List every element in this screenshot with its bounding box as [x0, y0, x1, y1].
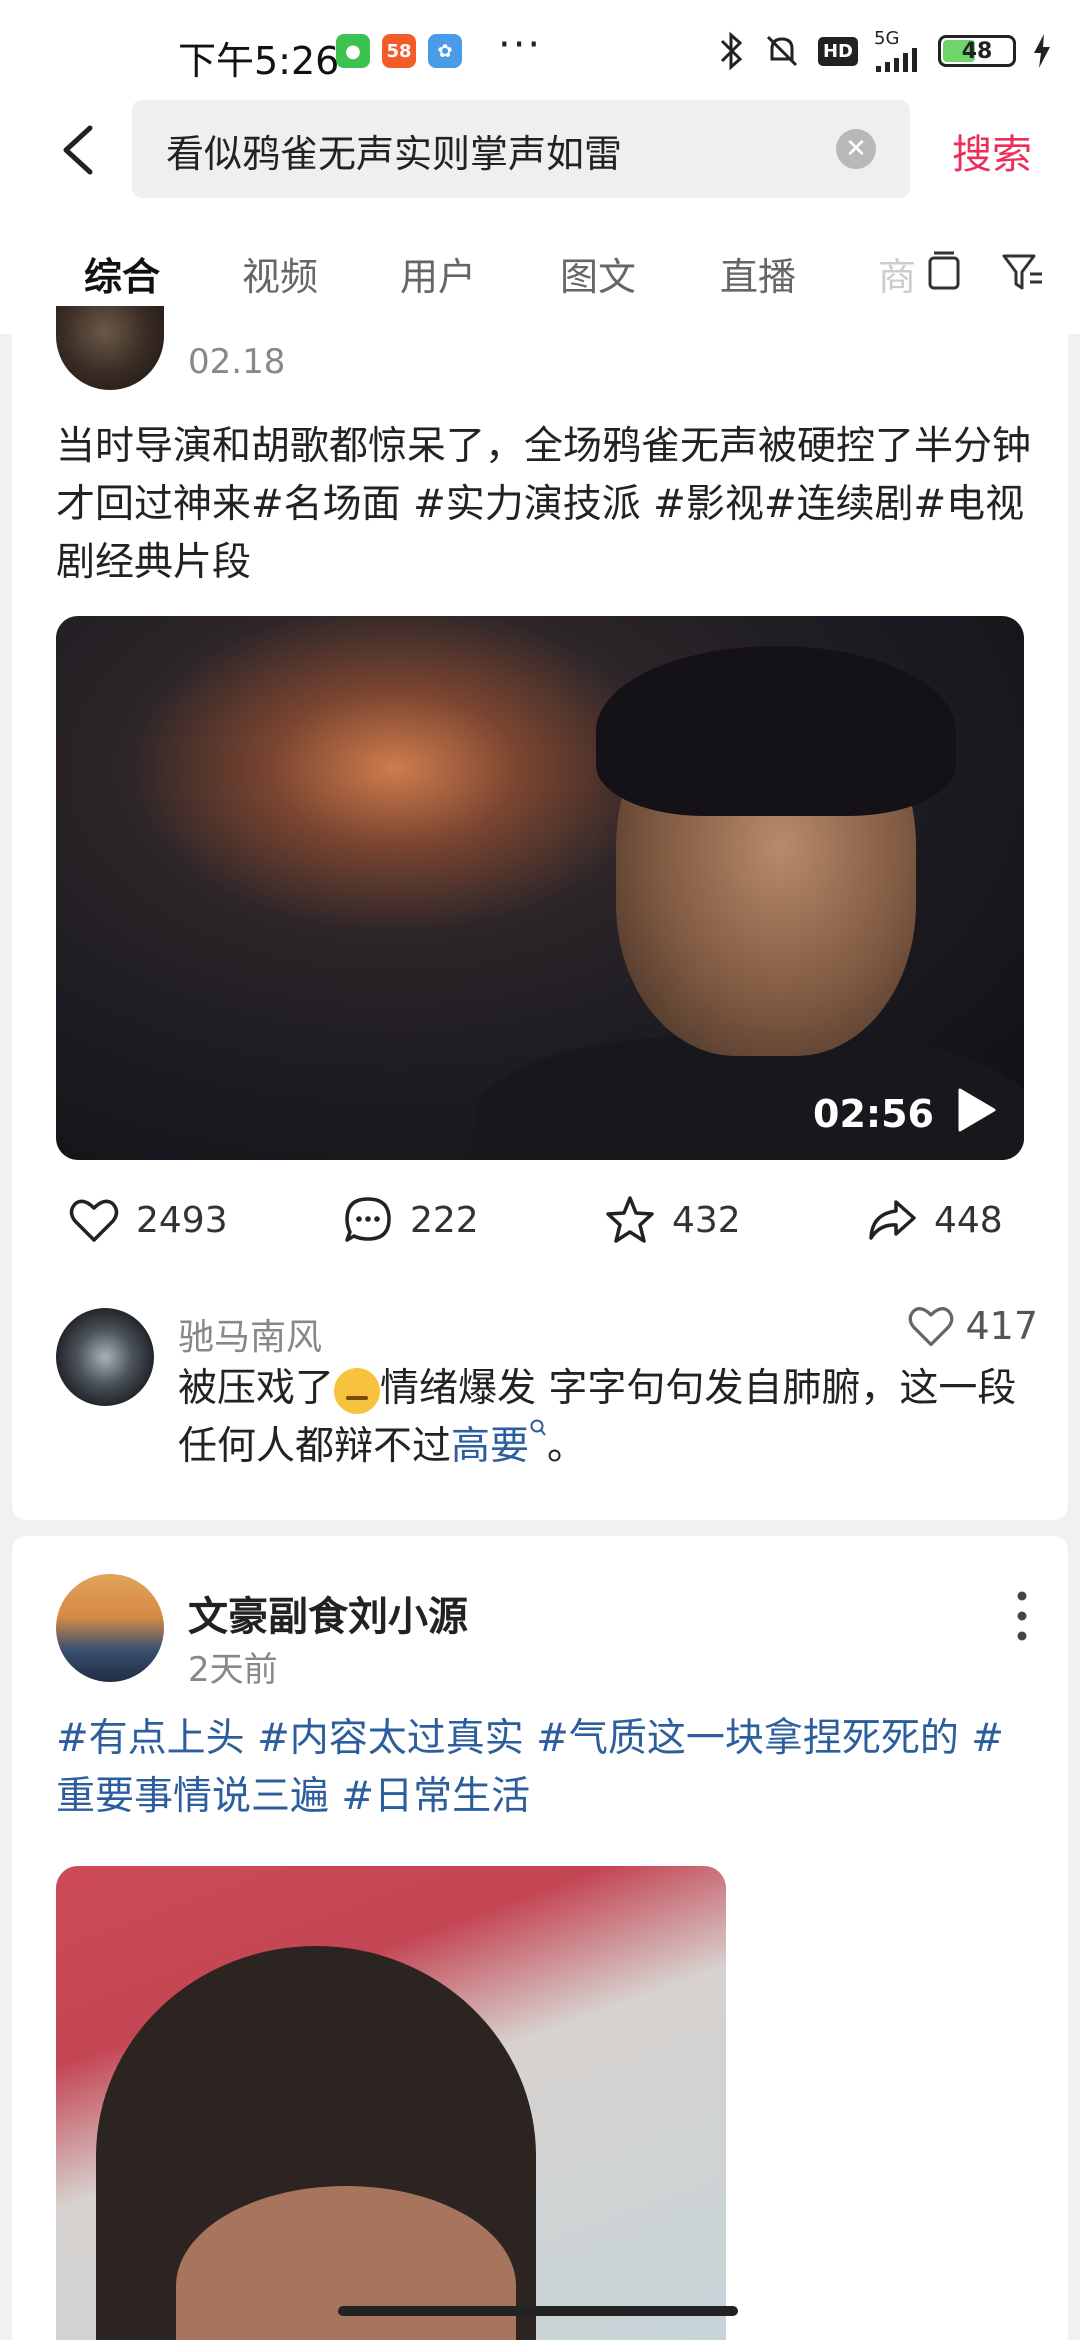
filter-icon[interactable]	[1000, 250, 1044, 294]
commenter-avatar[interactable]	[56, 1308, 154, 1406]
share-button[interactable]: 448	[866, 1194, 1003, 1246]
cloud-app-icon: ✿	[428, 34, 462, 68]
post-date: 02.18	[188, 342, 286, 382]
angry-face-emoji-icon	[334, 1367, 381, 1414]
search-link[interactable]: 高要	[451, 1424, 529, 1469]
status-right-icons: HD 5G 48	[716, 30, 1052, 72]
play-icon[interactable]	[956, 1088, 996, 1132]
search-header: ✕ 搜索	[0, 100, 1080, 210]
video-thumbnail[interactable]: 02:56	[56, 616, 1024, 1160]
search-box[interactable]: ✕	[132, 100, 910, 200]
more-options-icon[interactable]	[1016, 1586, 1028, 1646]
post-card[interactable]: 文豪副食刘小源 2天前 #有点上头 #内容太过真实 #气质这一块拿捏死死的 #重…	[12, 1536, 1068, 2340]
star-icon	[606, 1196, 654, 1243]
wechat-cat-icon: ●	[336, 34, 370, 68]
post-image[interactable]	[56, 1866, 726, 2340]
clear-search-icon[interactable]: ✕	[836, 129, 876, 169]
back-arrow-icon[interactable]	[52, 120, 112, 180]
battery-indicator: 48	[938, 35, 1016, 67]
tab-live[interactable]: 直播	[720, 246, 796, 301]
favorite-count: 432	[672, 1199, 741, 1241]
heart-icon	[69, 1199, 119, 1242]
comment-icon	[345, 1197, 391, 1242]
charging-bolt-icon	[1034, 34, 1050, 68]
layout-toggle-icon[interactable]	[922, 250, 966, 294]
author-avatar[interactable]	[56, 1574, 164, 1682]
post-hashtags[interactable]: #有点上头 #内容太过真实 #气质这一块拿捏死死的 #重要事情说三遍 #日常生活	[56, 1710, 1036, 1826]
comment-like-button[interactable]: 417	[907, 1302, 1038, 1350]
share-arrow-icon	[869, 1200, 916, 1240]
tab-image-text[interactable]: 图文	[560, 246, 636, 301]
hd-badge: HD	[817, 36, 858, 66]
status-more-dots: ···	[498, 22, 543, 68]
network-type: 5G	[874, 28, 900, 49]
post-text[interactable]: 当时导演和胡歌都惊呆了，全场鸦雀无声被硬控了半分钟才回过神来#名场面 #实力演技…	[56, 418, 1036, 592]
comment-button[interactable]: 222	[342, 1194, 479, 1246]
58-icon: 58	[382, 34, 416, 68]
search-icon	[530, 1419, 546, 1436]
comment-text[interactable]: 被压戏了 情绪爆发 字字句句发自肺腑，这一段任何人都辩不过高要。	[178, 1360, 1038, 1476]
favorite-button[interactable]: 432	[604, 1194, 741, 1246]
status-bar: 下午5:26 ● 58 ✿ ··· HD 5G 48	[0, 0, 1080, 100]
bluetooth-icon	[720, 31, 743, 71]
share-count: 448	[934, 1199, 1003, 1241]
like-button[interactable]: 2493	[68, 1194, 228, 1246]
status-time: 下午5:26	[178, 39, 340, 83]
search-input[interactable]	[164, 100, 808, 200]
post-time: 2天前	[188, 1650, 278, 1690]
home-indicator[interactable]	[338, 2306, 738, 2316]
comment-like-count: 417	[965, 1304, 1038, 1348]
comment-count: 222	[410, 1199, 479, 1241]
signal-bars-icon	[876, 48, 917, 72]
like-count: 2493	[136, 1199, 228, 1241]
tab-comprehensive[interactable]: 综合	[84, 246, 160, 301]
tab-users[interactable]: 用户	[400, 246, 476, 301]
author-name[interactable]: 文豪副食刘小源	[188, 1584, 468, 1642]
video-duration: 02:56	[813, 1092, 934, 1136]
commenter-name[interactable]: 驰马南风	[178, 1308, 322, 1360]
author-avatar[interactable]	[56, 306, 164, 390]
mute-bell-icon	[766, 35, 798, 67]
signal-indicator: 5G	[874, 30, 922, 72]
search-button[interactable]: 搜索	[952, 122, 1032, 180]
tab-shop[interactable]: 商	[878, 246, 916, 301]
post-card[interactable]: 02.18 当时导演和胡歌都惊呆了，全场鸦雀无声被硬控了半分钟才回过神来#名场面…	[12, 306, 1068, 1520]
tab-video[interactable]: 视频	[242, 246, 318, 301]
heart-icon	[909, 1307, 954, 1347]
status-app-icons: ● 58 ✿	[336, 34, 462, 68]
